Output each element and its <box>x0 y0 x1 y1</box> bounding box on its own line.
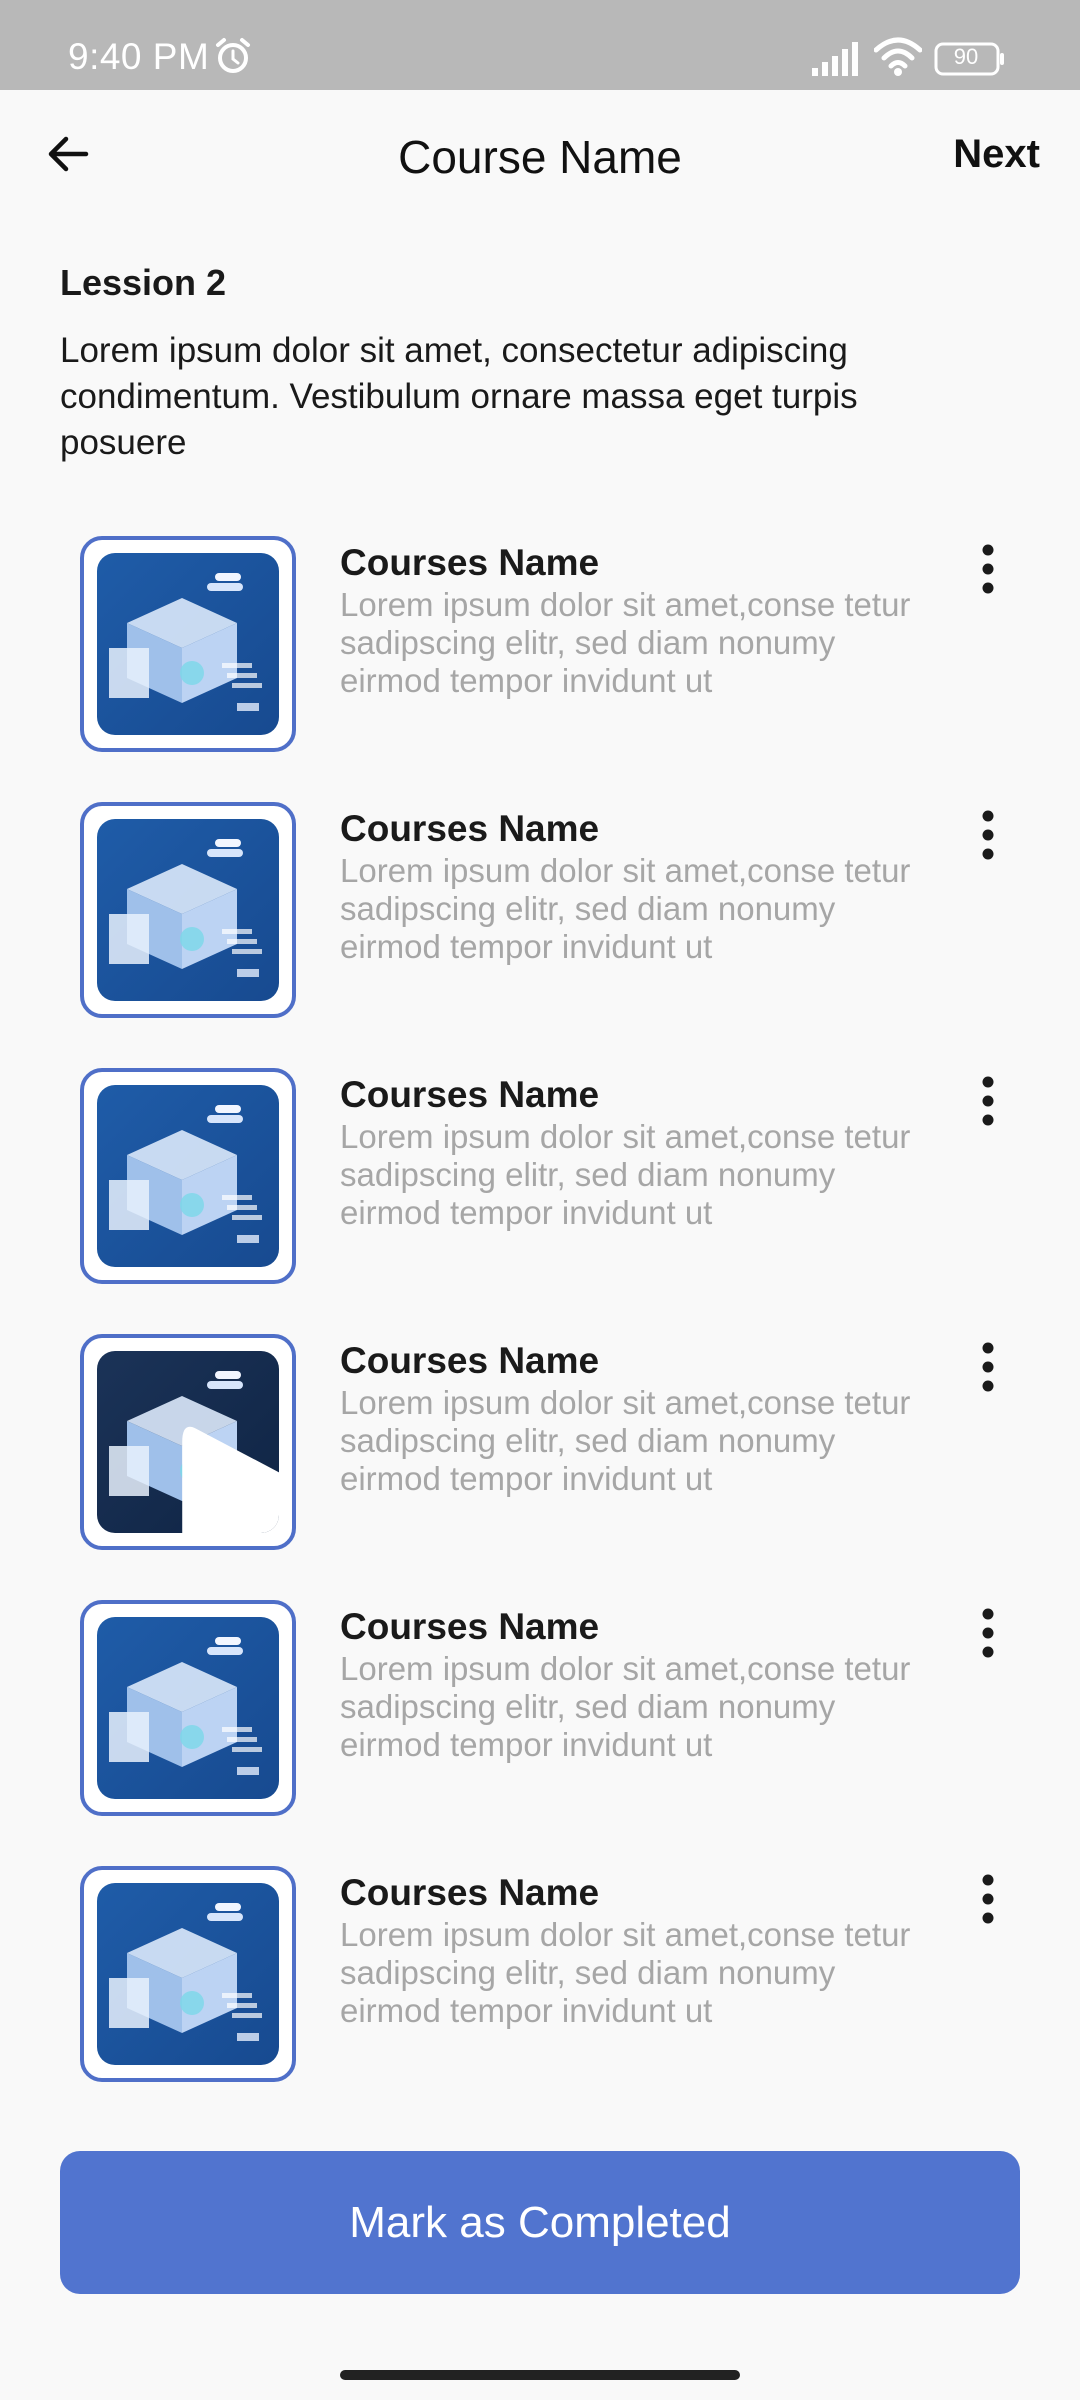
course-thumbnail[interactable] <box>80 802 296 1018</box>
course-list-item[interactable]: Courses Name Lorem ipsum dolor sit amet,… <box>0 786 1080 1052</box>
course-description: Lorem ipsum dolor sit amet,conse tetur s… <box>340 1650 911 1763</box>
more-vertical-icon[interactable] <box>970 1340 1006 1394</box>
course-list-item[interactable]: Courses Name Lorem ipsum dolor sit amet,… <box>0 1052 1080 1318</box>
alarm-icon <box>216 38 250 73</box>
course-image <box>97 1883 279 2065</box>
course-thumbnail[interactable] <box>80 1334 296 1550</box>
course-description: Lorem ipsum dolor sit amet,conse tetur s… <box>340 1118 911 1231</box>
course-image <box>97 1085 279 1267</box>
course-image <box>97 1617 279 1799</box>
mark-completed-button[interactable]: Mark as Completed <box>60 2151 1020 2294</box>
lesson-title: Lession 2 <box>60 262 227 303</box>
status-bar: 9:40 PM 90 <box>0 0 1080 90</box>
course-list-item[interactable]: Courses Name Lorem ipsum dolor sit amet,… <box>0 1318 1080 1584</box>
page-title: Course Name <box>398 131 682 183</box>
isometric-illustration <box>109 573 262 711</box>
course-description: Lorem ipsum dolor sit amet,conse tetur s… <box>340 1384 911 1497</box>
course-list-item[interactable]: Courses Name Lorem ipsum dolor sit amet,… <box>0 1850 1080 2116</box>
course-image <box>97 553 279 735</box>
isometric-illustration <box>109 1903 262 2041</box>
more-vertical-icon[interactable] <box>970 1872 1006 1926</box>
course-name: Courses Name <box>340 1074 600 1115</box>
isometric-illustration <box>109 839 262 977</box>
course-thumbnail[interactable] <box>80 1600 296 1816</box>
course-thumbnail[interactable] <box>80 1068 296 1284</box>
battery-level: 90 <box>953 44 979 69</box>
course-thumbnail[interactable] <box>80 1866 296 2082</box>
course-list-item[interactable]: Courses Name Lorem ipsum dolor sit amet,… <box>0 1584 1080 1850</box>
course-name: Courses Name <box>340 542 600 583</box>
app-bar: Course Name Next <box>0 90 1080 230</box>
course-description: Lorem ipsum dolor sit amet,conse tetur s… <box>340 586 911 699</box>
wifi-icon <box>874 37 922 76</box>
more-vertical-icon[interactable] <box>970 542 1006 596</box>
course-image <box>97 1351 279 1533</box>
course-list-item[interactable]: Courses Name Lorem ipsum dolor sit amet,… <box>0 520 1080 786</box>
more-vertical-icon[interactable] <box>970 1606 1006 1660</box>
isometric-illustration <box>109 1637 262 1775</box>
home-indicator <box>340 2370 740 2380</box>
lesson-description: Lorem ipsum dolor sit amet, consectetur … <box>60 331 858 462</box>
course-description: Lorem ipsum dolor sit amet,conse tetur s… <box>340 1916 911 2029</box>
course-description: Lorem ipsum dolor sit amet,conse tetur s… <box>340 852 911 965</box>
course-name: Courses Name <box>340 1340 600 1381</box>
course-name: Courses Name <box>340 808 600 849</box>
isometric-illustration <box>109 1105 262 1243</box>
course-image <box>97 819 279 1001</box>
play-icon[interactable] <box>162 1415 279 1533</box>
course-thumbnail[interactable] <box>80 536 296 752</box>
signal-icon <box>812 42 858 76</box>
course-name: Courses Name <box>340 1606 600 1647</box>
more-vertical-icon[interactable] <box>970 808 1006 862</box>
course-name: Courses Name <box>340 1872 600 1913</box>
more-vertical-icon[interactable] <box>970 1074 1006 1128</box>
next-button[interactable]: Next <box>953 132 1040 177</box>
status-time: 9:40 PM <box>68 36 210 77</box>
